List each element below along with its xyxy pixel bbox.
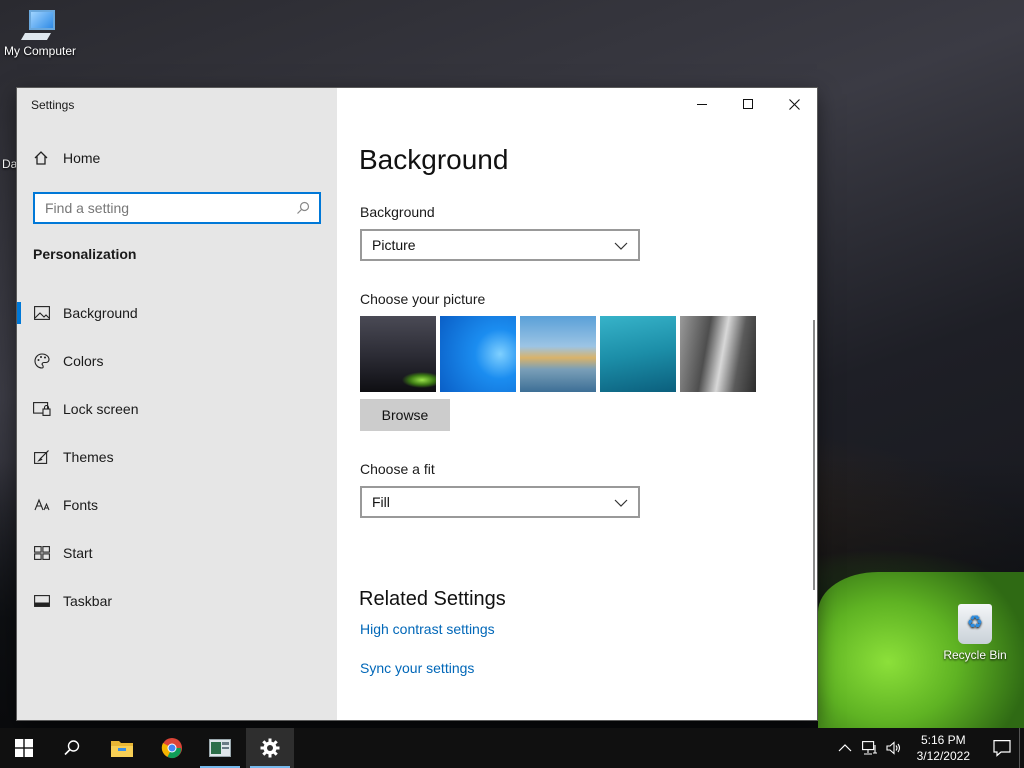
background-dropdown[interactable]: Picture <box>360 229 640 261</box>
chevron-down-icon <box>614 242 628 250</box>
search-input[interactable] <box>35 194 285 222</box>
nav-section-title: Personalization <box>33 246 137 262</box>
nav-item-label: Start <box>63 545 93 561</box>
nav-home-label: Home <box>63 150 101 166</box>
picture-thumbnail[interactable] <box>520 316 596 392</box>
taskbar-search-button[interactable] <box>48 728 96 768</box>
close-button[interactable] <box>771 88 817 120</box>
window-title: Settings <box>31 98 75 112</box>
page-title: Background <box>359 144 509 175</box>
desktop-icon-recycle-bin[interactable]: Recycle Bin <box>935 604 1015 662</box>
taskbar-clock[interactable]: 5:16 PM 3/12/2022 <box>917 732 970 764</box>
desktop-icon-partial-label[interactable]: Da <box>2 157 17 171</box>
network-icon[interactable] <box>862 741 878 755</box>
picture-icon <box>33 304 51 322</box>
fit-dropdown-value: Fill <box>372 494 390 510</box>
nav-item-background[interactable]: Background <box>17 289 337 337</box>
computer-icon <box>20 10 57 40</box>
desktop-icon-label: Recycle Bin <box>943 648 1007 662</box>
nav-item-taskbar[interactable]: Taskbar <box>17 577 337 625</box>
nav-item-label: Background <box>63 305 138 321</box>
settings-nav-pane: Settings Home Personalization Background… <box>17 88 337 720</box>
font-icon <box>33 496 51 514</box>
nav-item-label: Colors <box>63 353 104 369</box>
start-grid-icon <box>33 544 51 562</box>
file-explorer-icon <box>111 741 133 757</box>
choose-picture-label: Choose your picture <box>360 291 486 307</box>
search-icon <box>297 201 310 214</box>
settings-window: Settings Home Personalization Background… <box>17 88 817 720</box>
taskbar-chrome[interactable] <box>148 728 196 768</box>
taskbar-icon <box>33 592 51 610</box>
search-icon <box>64 740 80 756</box>
nav-item-lock-screen[interactable]: Lock screen <box>17 385 337 433</box>
taskbar: 5:16 PM 3/12/2022 <box>0 728 1024 768</box>
chevron-up-icon[interactable] <box>838 743 852 753</box>
background-dropdown-value: Picture <box>372 237 416 253</box>
brush-icon <box>33 448 51 466</box>
home-icon <box>34 151 48 165</box>
taskbar-settings[interactable] <box>246 728 294 768</box>
picture-thumbnails <box>360 316 760 392</box>
settings-content-pane: Background Background Picture Choose you… <box>337 88 817 720</box>
picture-thumbnail[interactable] <box>440 316 516 392</box>
nav-item-label: Lock screen <box>63 401 139 417</box>
nav-item-start[interactable]: Start <box>17 529 337 577</box>
nav-item-fonts[interactable]: Fonts <box>17 481 337 529</box>
choose-fit-label: Choose a fit <box>360 461 435 477</box>
background-label: Background <box>360 204 435 220</box>
picture-thumbnail[interactable] <box>600 316 676 392</box>
show-desktop-button[interactable] <box>1019 728 1024 768</box>
start-button[interactable] <box>0 728 48 768</box>
scrollbar[interactable] <box>813 320 815 590</box>
chrome-icon <box>161 738 182 759</box>
recycle-bin-icon <box>958 604 992 644</box>
taskbar-app[interactable] <box>196 728 244 768</box>
maximize-icon <box>743 99 753 109</box>
nav-item-label: Taskbar <box>63 593 113 609</box>
desktop-icon-label: My Computer <box>3 44 77 58</box>
desktop-icon-my-computer[interactable]: My Computer <box>0 10 80 58</box>
clock-time: 5:16 PM <box>920 733 966 747</box>
fit-dropdown[interactable]: Fill <box>360 486 640 518</box>
system-tray <box>838 728 902 768</box>
search-box[interactable] <box>33 192 321 224</box>
minimize-button[interactable] <box>679 88 725 120</box>
start-icon <box>15 739 33 757</box>
picture-thumbnail[interactable] <box>680 316 756 392</box>
nav-item-colors[interactable]: Colors <box>17 337 337 385</box>
settings-icon <box>260 738 280 758</box>
taskbar-file-explorer[interactable] <box>98 728 146 768</box>
picture-thumbnail[interactable] <box>360 316 436 392</box>
app-icon <box>209 739 231 757</box>
minimize-icon <box>697 104 707 105</box>
palette-icon <box>33 352 51 370</box>
nav-item-themes[interactable]: Themes <box>17 433 337 481</box>
sync-settings-link[interactable]: Sync your settings <box>360 660 474 676</box>
browse-button[interactable]: Browse <box>360 399 450 431</box>
nav-item-label: Themes <box>63 449 114 465</box>
nav-item-label: Fonts <box>63 497 99 513</box>
maximize-button[interactable] <box>725 88 771 120</box>
nav-home[interactable]: Home <box>33 150 100 166</box>
high-contrast-link[interactable]: High contrast settings <box>360 621 495 637</box>
volume-icon[interactable] <box>886 741 902 755</box>
notification-icon[interactable] <box>992 738 1012 758</box>
close-icon <box>788 98 800 110</box>
lock-screen-icon <box>33 400 51 418</box>
clock-date: 3/12/2022 <box>916 749 970 763</box>
related-settings-title: Related Settings <box>359 588 506 610</box>
chevron-down-icon <box>614 499 628 507</box>
